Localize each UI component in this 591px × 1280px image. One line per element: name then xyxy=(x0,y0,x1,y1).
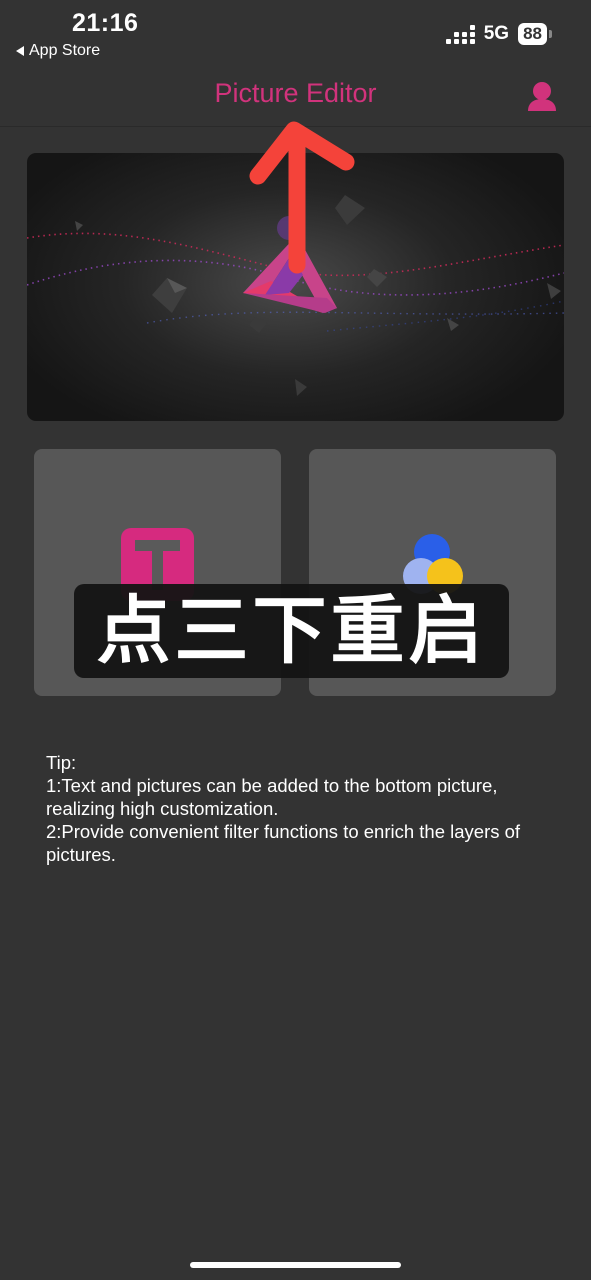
tip-line-2: 2:Provide convenient filter functions to… xyxy=(46,821,521,865)
profile-button[interactable] xyxy=(526,80,558,112)
status-time: 21:16 xyxy=(72,9,139,37)
page-title: Picture Editor xyxy=(214,78,377,108)
network-type: 5G xyxy=(483,23,510,44)
tip-heading: Tip: xyxy=(46,752,77,773)
tip-line-1: 1:Text and pictures can be added to the … xyxy=(46,775,498,819)
battery-icon: 88 xyxy=(518,23,552,45)
status-indicators: 5G 88 xyxy=(445,23,552,45)
battery-level: 88 xyxy=(523,24,542,43)
back-triangle-icon xyxy=(16,46,24,56)
up-arrow-icon xyxy=(249,121,355,274)
screen: 21:16 App Store 5G 88 Picture Editor 点三下… xyxy=(0,0,591,1280)
back-to-app-store[interactable]: App Store xyxy=(16,42,100,60)
tip-section: Tip: 1:Text and pictures can be added to… xyxy=(46,751,556,866)
signal-icon xyxy=(445,24,475,44)
home-indicator[interactable] xyxy=(190,1262,401,1268)
restart-hint-overlay: 点三下重启 xyxy=(74,584,509,678)
person-icon xyxy=(528,82,556,111)
back-app-label: App Store xyxy=(29,42,101,59)
